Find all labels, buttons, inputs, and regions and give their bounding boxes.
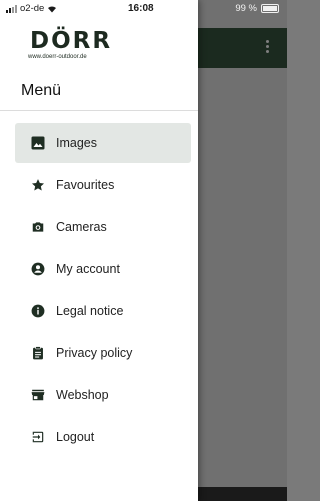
store-icon [31,388,45,402]
status-bar: o2-de 16:08 99 % [0,0,287,16]
nav-item-webshop[interactable]: Webshop [15,375,191,415]
brand-name: DÖRR [30,28,113,54]
carrier-label: o2-de [20,3,45,14]
nav-item-cameras[interactable]: Cameras [15,207,191,247]
overflow-menu-icon[interactable] [265,40,269,55]
nav-item-label: Legal notice [56,304,124,318]
nav-item-label: Images [56,136,97,150]
brand-logo: DÖRR www.doerr-outdoor.de [28,28,113,61]
nav-item-label: Logout [56,430,95,444]
brand-url: www.doerr-outdoor.de [28,54,87,60]
navigation-drawer: DÖRR www.doerr-outdoor.de Menü Images Fa… [0,0,198,501]
divider [0,110,198,111]
account-circle-icon [31,262,45,276]
camera-icon [31,220,45,234]
nav-item-favourites[interactable]: Favourites [15,165,191,205]
star-icon [31,178,45,192]
nav-item-label: Privacy policy [56,346,133,360]
nav-item-images[interactable]: Images [15,123,191,163]
nav-item-legal-notice[interactable]: Legal notice [15,291,191,331]
logout-icon [31,430,45,444]
nav-item-logout[interactable]: Logout [15,417,191,457]
nav-item-privacy-policy[interactable]: Privacy policy [15,333,191,373]
image-icon [31,136,45,150]
status-time: 16:08 [128,3,154,14]
info-icon [31,304,45,318]
clipboard-icon [31,346,45,360]
nav-item-label: Favourites [56,178,115,192]
drawer-title: Menü [21,82,62,99]
nav-item-label: Webshop [56,388,109,402]
wifi-icon [48,5,57,12]
battery-percent: 99 % [235,3,257,14]
signal-icon [6,4,17,13]
nav-item-label: Cameras [56,220,107,234]
nav-item-label: My account [56,262,120,276]
battery-icon [261,4,279,13]
nav-item-my-account[interactable]: My account [15,249,191,289]
